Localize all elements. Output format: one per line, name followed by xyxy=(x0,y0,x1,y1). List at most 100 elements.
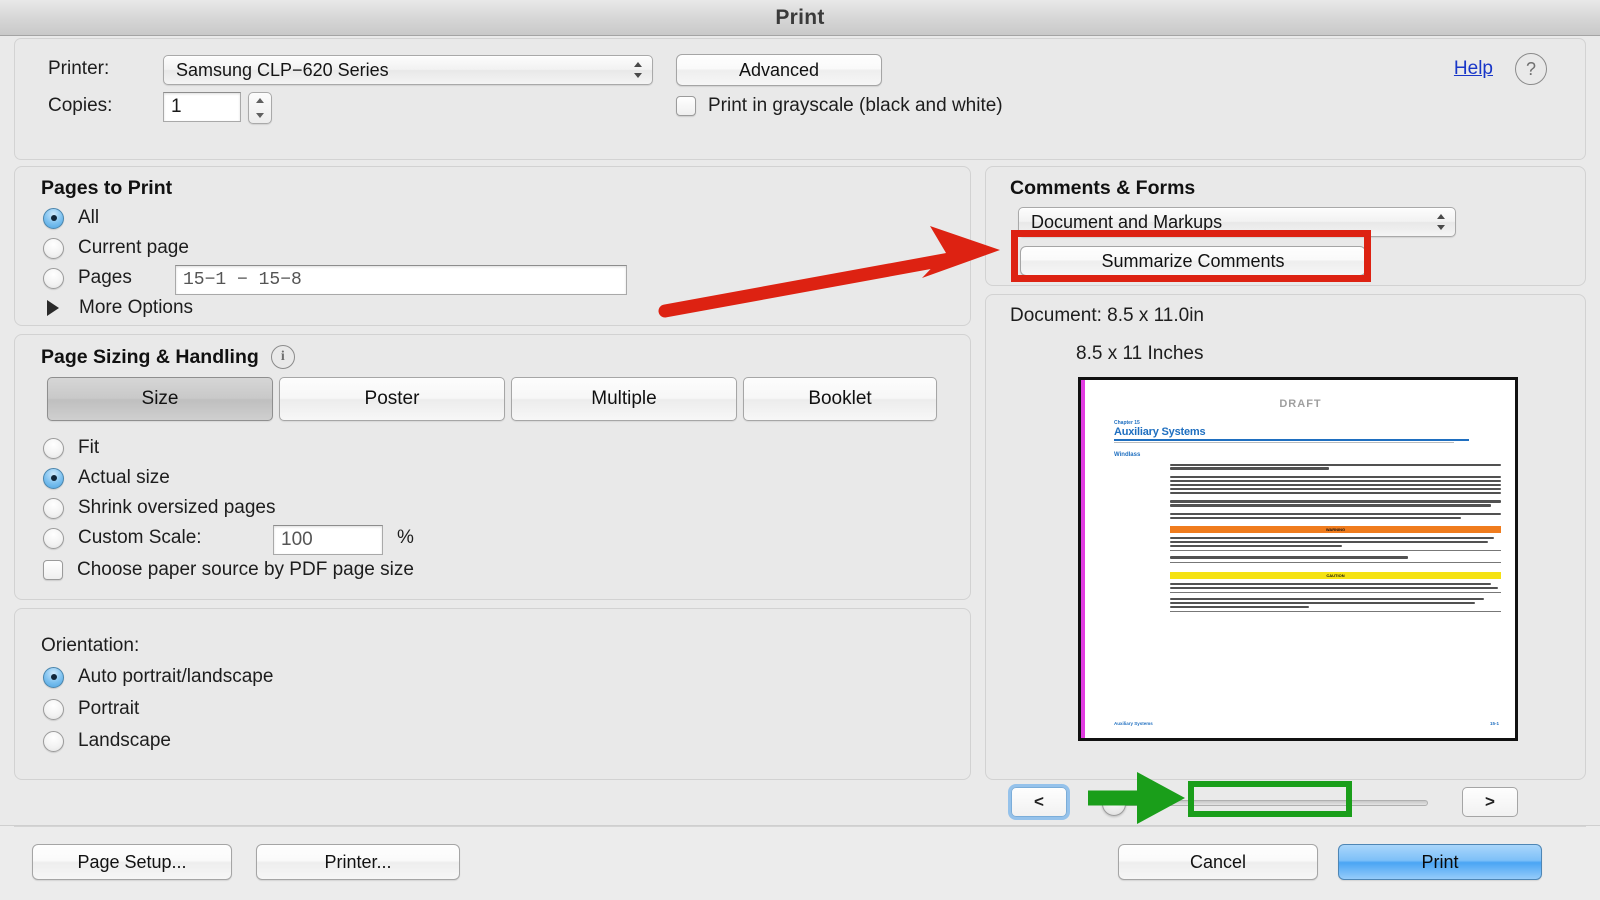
preview-paragraph xyxy=(1170,463,1501,470)
radio-fit-label: Fit xyxy=(78,437,100,458)
radio-auto-orientation-label: Auto portrait/landscape xyxy=(78,666,274,687)
paper-source-checkbox-row[interactable]: Choose paper source by PDF page size xyxy=(43,559,414,581)
comments-forms-select[interactable]: Document and Markups xyxy=(1018,207,1456,237)
preview-caution-text-2 xyxy=(1170,598,1501,609)
paper-source-label: Choose paper source by PDF page size xyxy=(77,559,414,580)
radio-portrait-label: Portrait xyxy=(78,698,140,719)
info-icon[interactable]: i xyxy=(270,345,295,369)
radio-custom-scale-indicator xyxy=(43,527,64,549)
pages-to-print-group: Pages to Print All Current page Pages 15… xyxy=(14,166,971,326)
radio-current-page[interactable]: Current page xyxy=(43,237,189,259)
paper-size-label: 8.5 x 11 Inches xyxy=(1076,343,1204,364)
orientation-group: Orientation: Auto portrait/landscape Por… xyxy=(14,608,971,780)
radio-landscape-indicator xyxy=(43,730,64,752)
comments-forms-group: Comments & Forms Document and Markups Su… xyxy=(985,166,1586,286)
radio-all-indicator xyxy=(43,207,64,229)
percent-label: % xyxy=(397,527,414,548)
chevron-right-icon xyxy=(47,300,59,316)
radio-pages[interactable]: Pages xyxy=(43,267,132,289)
printer-select-value: Samsung CLP−620 Series xyxy=(176,59,389,80)
preview-subheading: Windlass xyxy=(1114,451,1141,458)
preview-divider xyxy=(1170,611,1501,613)
window-title: Print xyxy=(775,5,825,29)
radio-fit[interactable]: Fit xyxy=(43,437,99,459)
radio-landscape[interactable]: Landscape xyxy=(43,730,171,752)
preview-chapter-title: Auxiliary Systems xyxy=(1114,426,1206,438)
dialog-body: Printer: Samsung CLP−620 Series Advanced… xyxy=(0,36,1600,900)
segment-poster[interactable]: Poster xyxy=(279,377,505,421)
preview-note-text xyxy=(1170,556,1501,559)
window-titlebar: Print xyxy=(0,0,1600,36)
radio-all-label: All xyxy=(78,207,100,228)
radio-actual-size-indicator xyxy=(43,467,64,489)
radio-actual-size-label: Actual size xyxy=(78,467,170,488)
radio-shrink-oversized-indicator xyxy=(43,497,64,519)
print-button[interactable]: Print xyxy=(1338,844,1542,880)
page-preview-thumbnail[interactable]: DRAFT Chapter 15 Auxiliary Systems Windl… xyxy=(1078,377,1518,741)
document-size-label: Document: 8.5 x 11.0in xyxy=(1010,305,1204,326)
footer-divider xyxy=(14,826,1586,827)
radio-custom-scale[interactable]: Custom Scale: xyxy=(43,527,202,549)
radio-shrink-oversized[interactable]: Shrink oversized pages xyxy=(43,497,276,519)
help-icon[interactable]: ? xyxy=(1515,53,1547,85)
preview-caution-bar: CAUTION xyxy=(1170,571,1501,579)
preview-warning-bar: WARNING xyxy=(1170,525,1501,533)
pages-range-input[interactable]: 15−1 − 15−8 xyxy=(175,265,627,295)
preview-draft-watermark: DRAFT xyxy=(1279,398,1322,410)
radio-current-page-indicator xyxy=(43,237,64,259)
orientation-heading: Orientation: xyxy=(41,635,140,656)
preview-footer-left: Auxiliary Systems xyxy=(1114,721,1153,726)
radio-pages-label: Pages xyxy=(78,267,132,288)
page-slider-track[interactable] xyxy=(1103,800,1428,806)
radio-auto-orientation[interactable]: Auto portrait/landscape xyxy=(43,666,273,688)
page-setup-button[interactable]: Page Setup... xyxy=(32,844,232,880)
preview-title-rule xyxy=(1114,439,1469,441)
page-slider-knob[interactable] xyxy=(1102,792,1126,816)
radio-landscape-label: Landscape xyxy=(78,730,171,751)
printer-button[interactable]: Printer... xyxy=(256,844,460,880)
segment-multiple[interactable]: Multiple xyxy=(511,377,737,421)
preview-page: DRAFT Chapter 15 Auxiliary Systems Windl… xyxy=(1092,386,1509,734)
summarize-comments-button[interactable]: Summarize Comments xyxy=(1020,246,1366,276)
comments-forms-select-value: Document and Markups xyxy=(1031,211,1223,232)
printer-select[interactable]: Samsung CLP−620 Series xyxy=(163,55,653,85)
preview-divider xyxy=(1170,561,1501,563)
chevron-updown-icon xyxy=(1437,213,1446,231)
radio-all[interactable]: All xyxy=(43,207,99,229)
preview-divider xyxy=(1170,550,1501,552)
more-options-label: More Options xyxy=(79,297,194,318)
radio-custom-scale-label: Custom Scale: xyxy=(78,527,202,548)
grayscale-checkbox[interactable] xyxy=(676,96,696,116)
segment-booklet[interactable]: Booklet xyxy=(743,377,937,421)
radio-portrait-indicator xyxy=(43,698,64,720)
radio-current-page-label: Current page xyxy=(78,237,189,258)
segment-size[interactable]: Size xyxy=(47,377,273,421)
preview-warning-label: WARNING xyxy=(1325,526,1346,532)
copies-label: Copies: xyxy=(48,95,113,116)
dialog-footer: Page Setup... Printer... Cancel Print xyxy=(0,825,1600,900)
preview-title-rule-secondary xyxy=(1114,441,1454,443)
help-link[interactable]: Help xyxy=(1454,58,1493,80)
paper-source-checkbox[interactable] xyxy=(43,560,63,580)
preview-group: Document: 8.5 x 11.0in 8.5 x 11 Inches D… xyxy=(985,294,1586,853)
advanced-button[interactable]: Advanced xyxy=(676,54,882,86)
radio-portrait[interactable]: Portrait xyxy=(43,698,139,720)
preview-paragraph xyxy=(1170,475,1501,495)
preview-caution-label: CAUTION xyxy=(1326,572,1345,578)
printer-panel: Printer: Samsung CLP−620 Series Advanced… xyxy=(14,38,1586,160)
pages-to-print-heading: Pages to Print xyxy=(41,177,173,199)
radio-fit-indicator xyxy=(43,437,64,459)
page-sizing-heading: Page Sizing & Handling xyxy=(41,345,259,368)
copies-input[interactable]: 1 xyxy=(163,92,241,122)
radio-actual-size[interactable]: Actual size xyxy=(43,467,170,489)
next-page-button[interactable]: > xyxy=(1462,787,1518,817)
cancel-button[interactable]: Cancel xyxy=(1118,844,1318,880)
printer-label: Printer: xyxy=(48,58,110,79)
radio-auto-orientation-indicator xyxy=(43,666,64,688)
previous-page-button[interactable]: < xyxy=(1011,787,1067,817)
chevron-updown-icon xyxy=(634,61,643,79)
copies-stepper[interactable] xyxy=(248,92,272,124)
custom-scale-input[interactable]: 100 xyxy=(273,525,383,555)
more-options-toggle[interactable]: More Options xyxy=(47,297,193,319)
preview-caution-text xyxy=(1170,582,1501,590)
